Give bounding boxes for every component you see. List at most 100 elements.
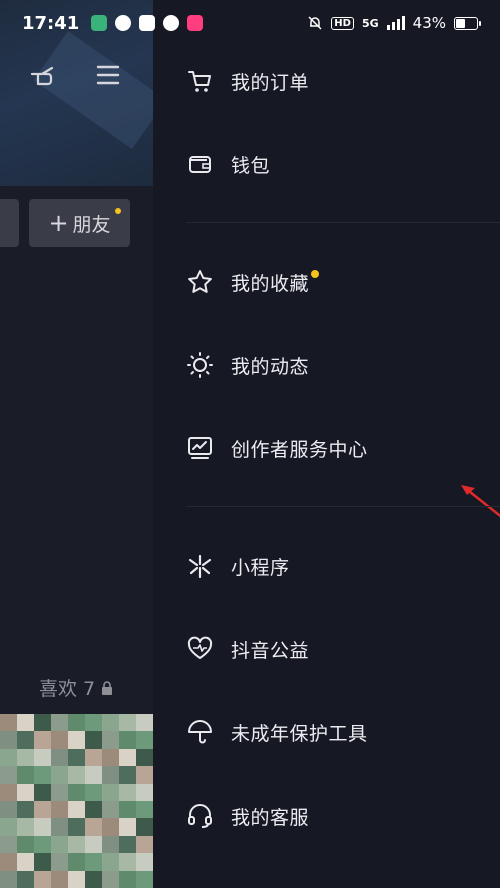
thumbnail-pixel xyxy=(85,870,102,888)
thumbnail-pixel xyxy=(34,748,51,767)
cart-icon xyxy=(186,67,214,95)
thumbnail-pixel xyxy=(0,731,17,749)
thumbnail-pixel xyxy=(34,766,51,784)
menu-item-charity[interactable]: 抖音公益 xyxy=(153,617,500,681)
thumbnail-pixel xyxy=(34,853,51,871)
hamburger-menu-icon[interactable] xyxy=(95,64,121,86)
thumbnail-pixel xyxy=(102,714,119,732)
thumbnail-pixel xyxy=(136,783,153,801)
divider xyxy=(186,506,500,507)
thumbnail-pixel xyxy=(136,853,153,871)
menu-item-label: 抖音公益 xyxy=(231,639,310,662)
thumbnail-pixel xyxy=(119,853,136,871)
thumbnail-pixel xyxy=(68,818,85,836)
news-notification-icon xyxy=(139,15,156,31)
thumbnail-pixel xyxy=(51,748,68,767)
menu-item-minor-protection[interactable]: 未成年保护工具 xyxy=(153,700,500,764)
notification-dot xyxy=(311,270,320,278)
thumbnail-pixel xyxy=(102,853,119,871)
add-friends-label: 朋友 xyxy=(72,213,111,236)
plus-icon: + xyxy=(48,209,69,237)
thumbnail-pixel xyxy=(85,766,102,784)
menu-item-label: 小程序 xyxy=(231,556,290,579)
thumbnail-pixel xyxy=(17,766,34,784)
notification-dot xyxy=(115,208,121,214)
thumbnail-pixel xyxy=(85,748,102,767)
thumbnail-pixel xyxy=(136,714,153,732)
profile-background[interactable]: + 朋友 喜欢 7 xyxy=(0,0,153,888)
edit-profile-button[interactable] xyxy=(0,199,19,247)
thumbnail-pixel xyxy=(136,870,153,888)
video-thumbnail[interactable] xyxy=(0,714,153,888)
thumbnail-pixel xyxy=(85,818,102,836)
thumbnail-pixel xyxy=(51,870,68,888)
menu-item-label: 我的动态 xyxy=(231,355,310,378)
thumbnail-pixel xyxy=(0,766,17,784)
menu-item-customer-service[interactable]: 我的客服 xyxy=(153,784,500,848)
menu-item-label: 我的订单 xyxy=(231,71,310,94)
thumbnail-pixel xyxy=(119,766,136,784)
network-label: 5G xyxy=(361,16,379,30)
thumbnail-pixel xyxy=(51,800,68,819)
thumbnail-pixel xyxy=(34,783,51,801)
thumbnail-pixel xyxy=(51,853,68,871)
menu-item-activity[interactable]: 我的动态 xyxy=(153,333,500,397)
music-notification-icon xyxy=(187,15,204,31)
thumbnail-pixel xyxy=(136,818,153,836)
thumbnail-pixel xyxy=(51,731,68,749)
thumbnail-pixel xyxy=(0,783,17,801)
thumbnail-pixel xyxy=(85,731,102,749)
menu-item-label: 未成年保护工具 xyxy=(231,722,368,745)
thumbnail-pixel xyxy=(136,835,153,854)
thumbnail-pixel xyxy=(119,818,136,836)
battery-icon xyxy=(454,16,481,30)
menu-item-mini-programs[interactable]: 小程序 xyxy=(153,534,500,598)
umbrella-icon xyxy=(186,718,214,746)
menu-item-orders[interactable]: 我的订单 xyxy=(153,49,500,113)
thumbnail-pixel xyxy=(34,818,51,836)
lock-icon xyxy=(102,680,113,695)
menu-item-label: 钱包 xyxy=(231,154,271,177)
add-friends-button[interactable]: + 朋友 xyxy=(29,199,130,247)
thumbnail-pixel xyxy=(51,835,68,854)
thumbnail-pixel xyxy=(17,870,34,888)
thumbnail-pixel xyxy=(51,766,68,784)
thumbnail-pixel xyxy=(17,731,34,749)
thumbnail-pixel xyxy=(102,835,119,854)
thumbnail-pixel xyxy=(85,800,102,819)
thumbnail-pixel xyxy=(136,766,153,784)
thumbnail-pixel xyxy=(85,714,102,732)
thumbnail-pixel xyxy=(51,818,68,836)
thumbnail-pixel xyxy=(68,714,85,732)
menu-item-favorites[interactable]: 我的收藏 xyxy=(153,250,500,314)
thumbnail-pixel xyxy=(102,870,119,888)
thumbnail-pixel xyxy=(85,835,102,854)
side-drawer: 我的订单 钱包 我的收藏 我的动态 创作者服务中心 小程序 抖音公益 未成年保护… xyxy=(153,0,500,888)
thumbnail-pixel xyxy=(136,731,153,749)
likes-tab[interactable]: 喜欢 7 xyxy=(39,674,113,701)
menu-item-label: 我的客服 xyxy=(231,806,310,829)
heart-hand-icon xyxy=(186,635,214,663)
chart-monitor-icon xyxy=(186,434,214,462)
thumbnail-pixel xyxy=(102,731,119,749)
menu-item-creator-center[interactable]: 创作者服务中心 xyxy=(153,416,500,480)
thumbnail-pixel xyxy=(102,800,119,819)
red-arrow-annotation xyxy=(461,485,500,518)
thumbnail-pixel xyxy=(17,783,34,801)
headset-icon xyxy=(186,802,214,830)
thumbnail-pixel xyxy=(119,731,136,749)
thumbnail-pixel xyxy=(0,870,17,888)
app-notification-icon xyxy=(91,15,108,31)
thumbnail-pixel xyxy=(68,731,85,749)
thumbnail-pixel xyxy=(34,731,51,749)
status-time: 17:41 xyxy=(22,12,80,34)
thumbnail-pixel xyxy=(136,800,153,819)
hd-badge: HD xyxy=(331,16,354,30)
status-left: 17:41 xyxy=(22,12,204,34)
mute-bell-icon xyxy=(308,16,322,30)
thumbnail-pixel xyxy=(119,870,136,888)
wallet-icon xyxy=(186,150,214,178)
menu-item-wallet[interactable]: 钱包 xyxy=(153,132,500,196)
pointing-hand-icon[interactable] xyxy=(28,60,58,90)
thumbnail-pixel xyxy=(68,800,85,819)
